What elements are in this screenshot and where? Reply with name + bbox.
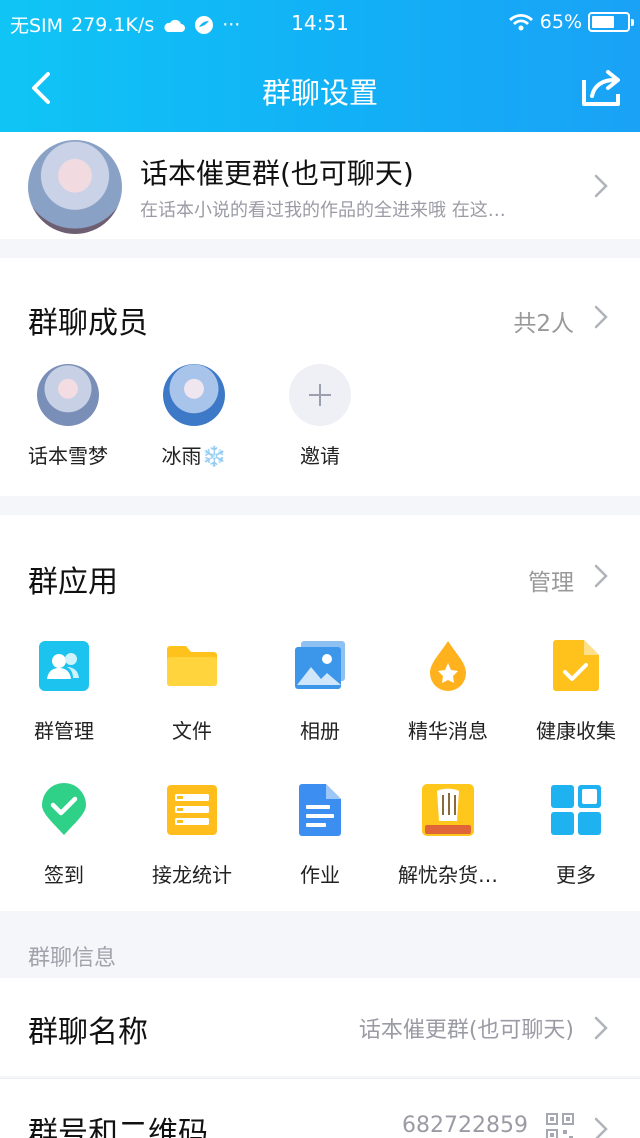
member-name: 冰雨❄️	[161, 444, 227, 468]
invite-label: 邀请	[300, 444, 340, 468]
battery-icon	[588, 12, 634, 32]
wifi-icon	[508, 14, 533, 31]
check-in-icon	[42, 783, 86, 835]
share-icon[interactable]	[578, 64, 626, 112]
chevron-right-icon	[594, 1117, 608, 1138]
apps-manage-link[interactable]: 管理	[528, 563, 574, 597]
app-label: 精华消息	[408, 719, 488, 743]
app-label: 相册	[300, 719, 340, 743]
group-profile-card[interactable]: 话本催更群(也可聊天) 在话本小说的看过我的作品的全进来哦 在这…	[0, 132, 640, 239]
group-name-row[interactable]: 群聊名称 话本催更群(也可聊天)	[0, 978, 640, 1076]
app-label: 群管理	[34, 719, 94, 743]
status-bar: 无SIM 279.1K/s ··· 14:51 65%	[0, 0, 640, 44]
chevron-right-icon	[594, 1016, 608, 1040]
header-bar: 无SIM 279.1K/s ··· 14:51 65% 群聊设置	[0, 0, 640, 132]
album-icon	[295, 641, 345, 689]
invite-button[interactable]: 邀请	[260, 364, 380, 469]
status-right: 65%	[508, 11, 634, 33]
members-count[interactable]: 共2人	[513, 304, 574, 338]
app-health-collection[interactable]: 健康收集	[512, 639, 640, 744]
app-more[interactable]: 更多	[512, 783, 640, 888]
app-relay-stats[interactable]: 接龙统计	[128, 783, 256, 888]
app-homework[interactable]: 作业	[256, 783, 384, 888]
battery-text: 65%	[539, 11, 582, 33]
plus-icon	[289, 364, 351, 426]
chevron-right-icon[interactable]	[594, 564, 608, 588]
row-value: 话本催更群(也可聊天)	[358, 1018, 574, 1043]
app-label: 作业	[300, 863, 340, 887]
qr-code-icon	[546, 1113, 574, 1138]
app-label: 接龙统计	[152, 863, 232, 887]
nav-bar: 群聊设置	[0, 44, 640, 132]
group-manage-icon	[39, 641, 89, 691]
row-value: 682722859	[402, 1113, 528, 1138]
app-label: 签到	[44, 863, 84, 887]
members-title: 群聊成员	[28, 306, 148, 341]
app-label: 健康收集	[536, 719, 616, 743]
drop-star-icon	[430, 641, 466, 691]
battery-fill	[592, 16, 614, 28]
app-label: 更多	[556, 863, 596, 887]
battery-tip	[631, 19, 634, 26]
info-section-label: 群聊信息	[28, 946, 117, 971]
member-item[interactable]: 话本雪梦	[8, 364, 128, 469]
member-item[interactable]: 冰雨❄️	[134, 364, 254, 469]
grocery-store-icon	[422, 784, 474, 836]
app-check-in[interactable]: 签到	[0, 783, 128, 888]
row-key: 群号和二维码	[28, 1116, 208, 1138]
app-label: 解忧杂货…	[398, 863, 498, 887]
relay-stats-icon	[167, 785, 217, 835]
health-check-icon	[553, 640, 599, 691]
app-essence-messages[interactable]: 精华消息	[384, 639, 512, 744]
group-number-qr-row[interactable]: 群号和二维码 682722859	[0, 1078, 640, 1138]
group-description: 在话本小说的看过我的作品的全进来哦 在这…	[140, 200, 506, 221]
member-avatar	[37, 364, 99, 426]
app-files[interactable]: 文件	[128, 639, 256, 744]
members-card: 群聊成员 共2人 话本雪梦 冰雨❄️ 邀请	[0, 258, 640, 496]
page-title: 群聊设置	[261, 76, 378, 110]
folder-icon	[167, 646, 217, 686]
group-name: 话本催更群(也可聊天)	[140, 157, 414, 190]
app-label: 文件	[172, 719, 212, 743]
app-album[interactable]: 相册	[256, 639, 384, 744]
row-key: 群聊名称	[28, 1015, 148, 1050]
chevron-right-icon	[594, 174, 608, 198]
more-grid-icon	[551, 785, 601, 835]
member-name: 话本雪梦	[28, 444, 108, 468]
group-apps-card: 群应用 管理 群管理 文件 相册 精华消息 健康收集 签到 接龙统计 作业 解忧…	[0, 515, 640, 911]
app-grocery-store[interactable]: 解忧杂货…	[384, 783, 512, 888]
group-avatar	[28, 140, 122, 234]
chevron-right-icon[interactable]	[594, 305, 608, 329]
apps-title: 群应用	[28, 565, 118, 600]
homework-icon	[299, 784, 341, 836]
member-avatar	[163, 364, 225, 426]
app-group-manage[interactable]: 群管理	[0, 639, 128, 744]
